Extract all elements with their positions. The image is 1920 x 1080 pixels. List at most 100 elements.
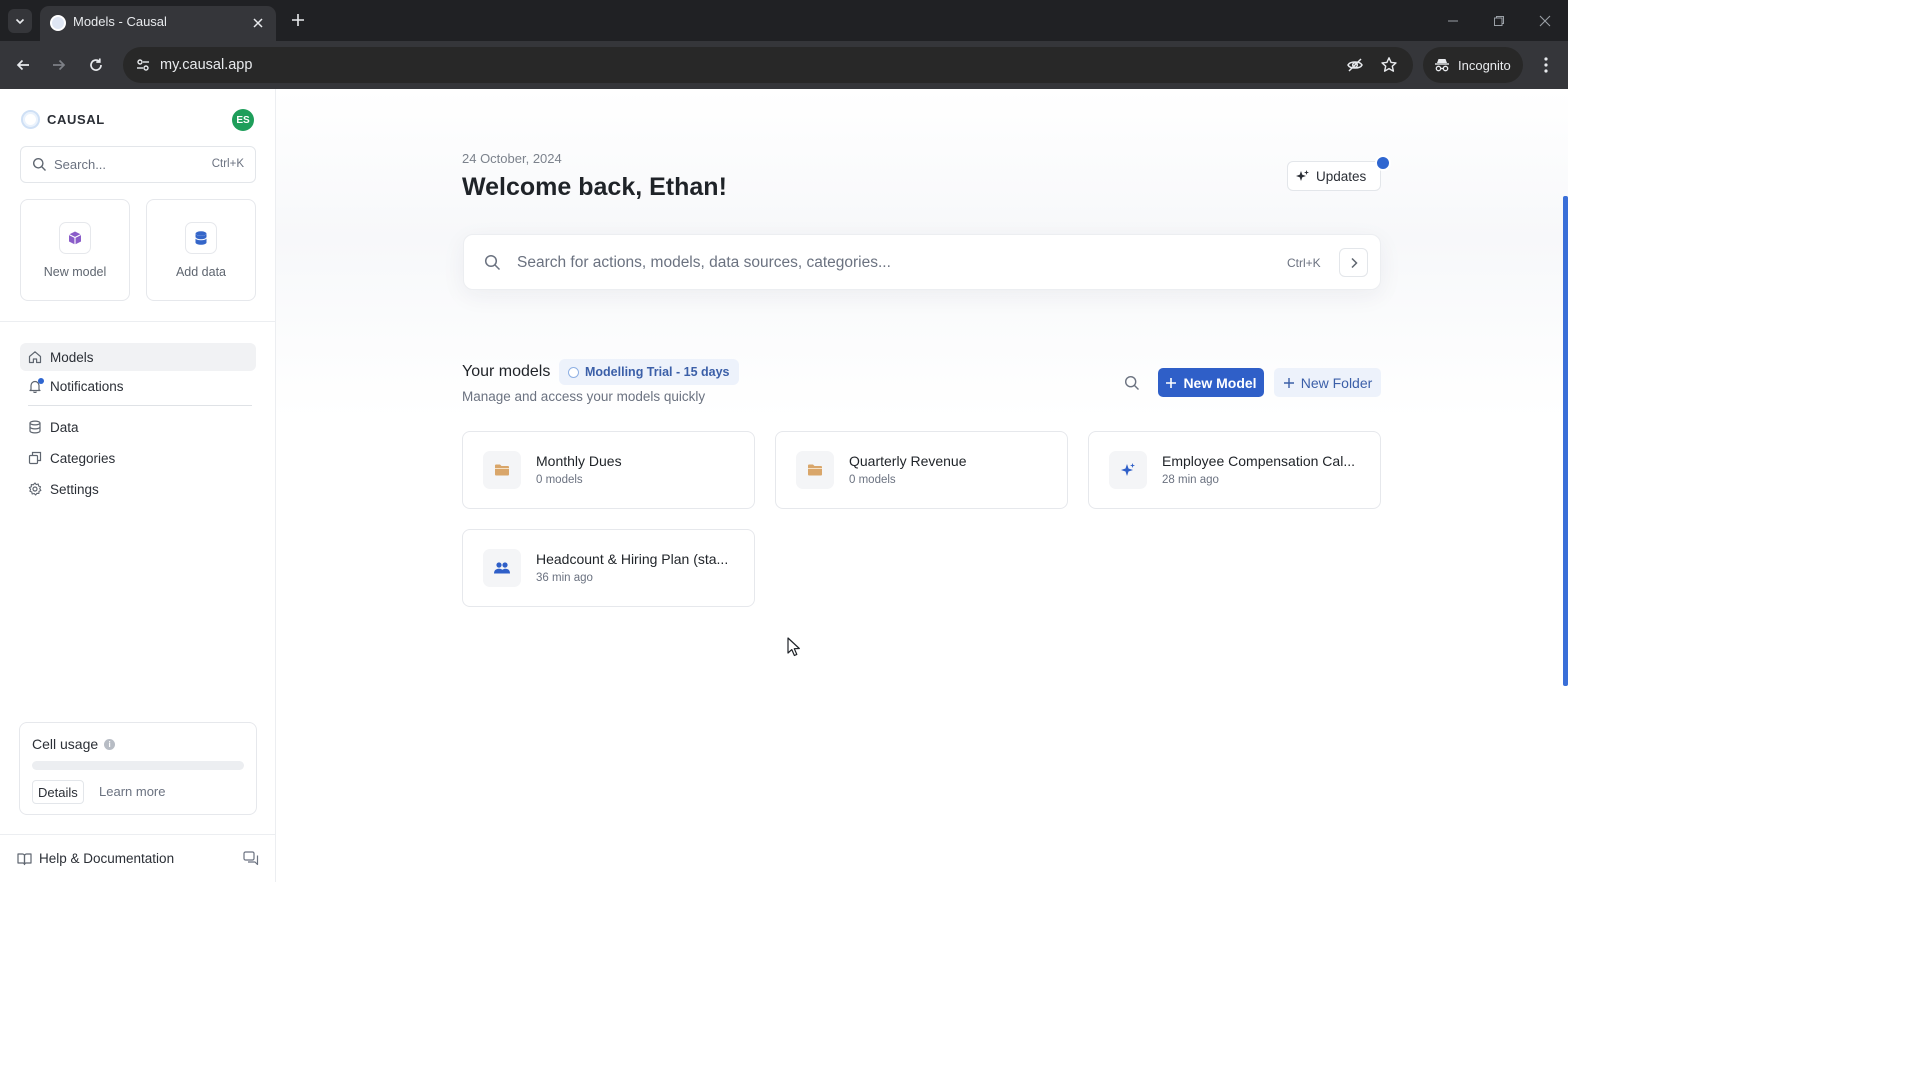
brand[interactable]: CAUSAL — [21, 110, 105, 129]
sidebar-item-label: Models — [50, 349, 94, 365]
back-button[interactable] — [9, 51, 37, 79]
sidebar-item-settings[interactable]: Settings — [20, 475, 256, 503]
sidebar-item-categories[interactable]: Categories — [20, 444, 256, 472]
site-settings-icon[interactable] — [131, 53, 155, 77]
cell-usage-title: Cell usage i — [32, 736, 116, 752]
sidebar-search-input[interactable]: Search... Ctrl+K — [20, 146, 256, 183]
tab-close-button[interactable] — [248, 13, 268, 33]
new-model-card[interactable]: New model — [20, 199, 130, 301]
model-card-quarterly-revenue[interactable]: Quarterly Revenue 0 models — [775, 431, 1068, 509]
command-search-input[interactable]: Search for actions, models, data sources… — [463, 234, 1381, 290]
incognito-indicator[interactable]: Incognito — [1423, 47, 1523, 83]
add-data-card[interactable]: Add data — [146, 199, 256, 301]
brand-name: CAUSAL — [47, 112, 105, 127]
close-icon — [1539, 15, 1551, 26]
model-card-headcount-hiring[interactable]: Headcount & Hiring Plan (sta... 36 min a… — [462, 529, 755, 607]
incognito-label: Incognito — [1458, 57, 1511, 73]
sidebar-item-models[interactable]: Models — [20, 343, 256, 371]
restore-button[interactable] — [1476, 0, 1522, 41]
command-search-go-button[interactable] — [1339, 248, 1368, 277]
cell-usage-progress — [32, 761, 244, 770]
model-card-employee-compensation[interactable]: Employee Compensation Cal... 28 min ago — [1088, 431, 1381, 509]
trial-badge[interactable]: Modelling Trial - 15 days — [559, 359, 740, 385]
model-card-subtitle: 0 models — [536, 474, 583, 486]
model-card-title: Quarterly Revenue — [849, 453, 967, 469]
avatar[interactable]: ES — [232, 109, 254, 131]
close-icon — [253, 18, 263, 28]
model-card-title: Headcount & Hiring Plan (sta... — [536, 551, 729, 567]
chevron-down-icon — [15, 18, 25, 25]
plus-icon — [292, 14, 304, 26]
book-icon — [17, 852, 32, 865]
new-model-label: New model — [43, 265, 107, 279]
forward-button[interactable] — [45, 51, 73, 79]
new-folder-button[interactable]: New Folder — [1274, 368, 1381, 397]
trial-ring-icon — [568, 366, 579, 378]
restore-icon — [1494, 15, 1504, 26]
eye-off-icon[interactable] — [1343, 53, 1367, 77]
url-text: my.causal.app — [160, 57, 253, 73]
plus-icon — [1283, 377, 1294, 388]
sidebar-item-label: Notifications — [50, 378, 124, 394]
mouse-cursor-icon — [787, 637, 800, 657]
bookmark-star-icon[interactable] — [1377, 53, 1401, 77]
updates-button[interactable]: Updates — [1287, 161, 1381, 191]
tab-search-button[interactable] — [8, 9, 32, 33]
search-icon — [1124, 375, 1139, 390]
new-model-button-label: New Model — [1183, 374, 1257, 391]
main-content: 24 October, 2024 Welcome back, Ethan! Up… — [276, 89, 1568, 882]
command-search-placeholder: Search for actions, models, data sources… — [517, 254, 891, 271]
info-icon[interactable]: i — [104, 738, 116, 750]
tab-title: Models - Causal — [73, 14, 167, 29]
reload-icon — [90, 58, 102, 71]
updates-label: Updates — [1316, 168, 1367, 184]
new-tab-button[interactable] — [287, 9, 309, 31]
database-icon — [185, 222, 217, 254]
close-window-button[interactable] — [1522, 0, 1568, 41]
new-model-button[interactable]: New Model — [1158, 368, 1264, 397]
sparkle-icon — [1296, 169, 1309, 181]
browser-tab[interactable]: Models - Causal — [40, 6, 276, 41]
sidebar-item-label: Categories — [50, 450, 116, 466]
main-scrollbar[interactable] — [1563, 196, 1568, 686]
command-search-shortcut: Ctrl+K — [1287, 256, 1321, 270]
sidebar-search-placeholder: Search... — [54, 157, 107, 172]
gear-icon — [28, 482, 42, 496]
details-button[interactable]: Details — [32, 780, 84, 804]
add-data-label: Add data — [175, 265, 227, 279]
new-folder-button-label: New Folder — [1300, 374, 1373, 391]
sidebar-item-data[interactable]: Data — [20, 413, 256, 441]
kebab-menu-icon — [1544, 57, 1548, 73]
learn-more-link[interactable]: Learn more — [99, 784, 165, 799]
browser-menu-button[interactable] — [1533, 51, 1559, 79]
users-icon — [483, 549, 521, 587]
address-bar[interactable]: my.causal.app — [123, 47, 1413, 83]
cell-usage-title-text: Cell usage — [32, 736, 99, 752]
help-footer: Help & Documentation — [0, 834, 275, 882]
minimize-button[interactable] — [1430, 0, 1476, 41]
model-card-subtitle: 36 min ago — [536, 572, 593, 584]
database-icon — [29, 420, 41, 434]
current-date: 24 October, 2024 — [462, 151, 562, 166]
help-documentation-link[interactable]: Help & Documentation — [17, 851, 174, 866]
page-title: Welcome back, Ethan! — [462, 173, 727, 201]
help-label: Help & Documentation — [39, 851, 175, 866]
window-controls — [1430, 0, 1568, 41]
trial-badge-label: Modelling Trial - 15 days — [585, 365, 730, 379]
arrow-right-icon — [53, 59, 66, 71]
causal-favicon-icon — [50, 15, 66, 31]
plus-icon — [1166, 377, 1177, 388]
arrow-left-icon — [16, 59, 29, 71]
chat-icon[interactable] — [243, 851, 259, 871]
folder-icon — [796, 451, 834, 489]
search-icon — [484, 254, 501, 271]
sidebar-item-notifications[interactable]: Notifications — [20, 372, 256, 400]
incognito-icon — [1435, 59, 1449, 72]
model-card-subtitle: 28 min ago — [1162, 474, 1219, 486]
models-search-button[interactable] — [1121, 372, 1143, 394]
cube-icon — [59, 222, 91, 254]
browser-toolbar: my.causal.app Incognito — [0, 41, 1568, 89]
reload-button[interactable] — [82, 51, 110, 79]
model-card-monthly-dues[interactable]: Monthly Dues 0 models — [462, 431, 755, 509]
sidebar-divider — [0, 321, 275, 322]
